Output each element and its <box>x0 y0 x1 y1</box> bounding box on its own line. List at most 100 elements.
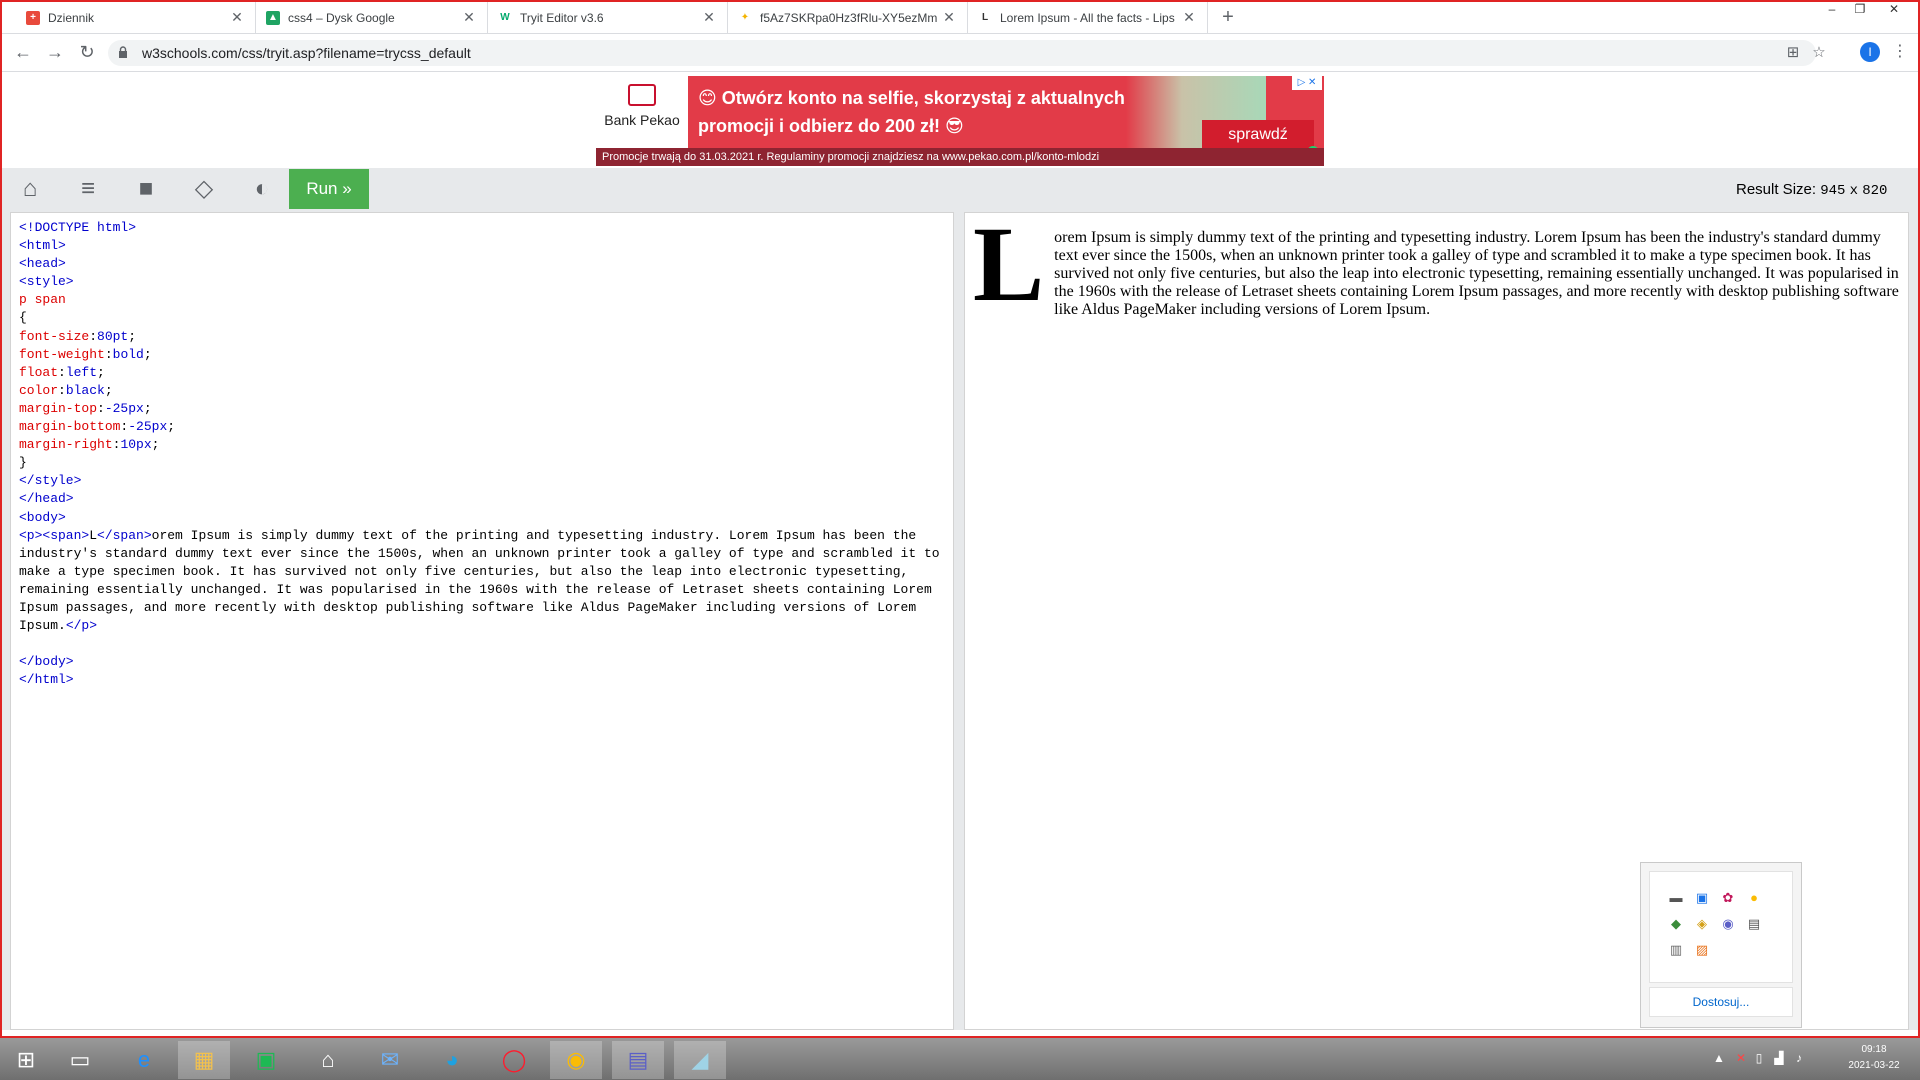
customize-link[interactable]: Dostosuj... <box>1649 987 1793 1017</box>
code-line: color:black; <box>19 382 113 398</box>
code-line: margin-right:10px; <box>19 437 160 453</box>
profile-avatar[interactable]: I <box>1860 42 1880 62</box>
close-icon[interactable]: ✕ <box>701 9 717 26</box>
code-text[interactable]: <!DOCTYPE html> <html> <head> <style> p span… <box>11 213 953 695</box>
volume-icon[interactable]: ♪ <box>1792 1050 1806 1066</box>
tab-title: Lorem Ipsum - All the facts - Lips <box>1000 10 1175 25</box>
url-text[interactable]: w3schools.com/css/tryit.asp?filename=try… <box>142 45 471 61</box>
tray-overflow-popup: ▬ ▣ ✿ ● ◆ ◈ ◉ ▤ ▥ ▨ Dostosuj... <box>1640 862 1802 1028</box>
chrome-icon[interactable]: ◉ <box>550 1041 602 1079</box>
shield-icon[interactable]: ◆ <box>1668 916 1684 932</box>
lenovo-icon[interactable]: ▭ <box>54 1041 106 1079</box>
start-icon[interactable]: ⊞ <box>0 1041 52 1079</box>
result-size-label: Result Size: <box>1736 181 1817 198</box>
lipsum-favicon-icon: L <box>978 10 992 25</box>
new-tab-button[interactable]: + <box>1216 5 1240 29</box>
theme-toggle-icon[interactable]: ◐ <box>248 176 276 202</box>
close-icon[interactable]: ✕ <box>1181 9 1197 26</box>
flame-icon[interactable]: ▨ <box>1694 942 1710 958</box>
code-line: <body> <box>19 509 66 525</box>
tab-lorem-ipsum[interactable]: L Lorem Ipsum - All the facts - Lips ✕ <box>968 2 1208 33</box>
store-icon[interactable]: ▣ <box>240 1041 292 1079</box>
reload-icon[interactable]: ↻ <box>76 41 98 63</box>
mail-icon[interactable]: ✉ <box>364 1041 416 1079</box>
menu-dots-icon[interactable]: ⋮ <box>1892 41 1908 63</box>
bank-name: Bank Pekao <box>604 112 680 128</box>
save-icon[interactable]: ■ <box>132 176 160 202</box>
box-icon[interactable]: ◈ <box>1694 916 1710 932</box>
network-icon[interactable]: ▟ <box>1772 1050 1786 1066</box>
run-button[interactable]: Run » <box>289 169 369 209</box>
code-line: <p><span>L</span>orem Ipsum is simply du… <box>19 527 948 634</box>
device-icon[interactable]: ▤ <box>1746 916 1762 932</box>
result-height: 820 <box>1862 183 1888 199</box>
ie-icon[interactable]: e <box>118 1041 170 1079</box>
edge-icon[interactable]: ◕ <box>426 1041 478 1079</box>
paint-icon[interactable]: ✿ <box>1720 890 1736 906</box>
dziennik-favicon-icon: + <box>26 10 40 25</box>
tryit-toolbar: ⌂ ≡ ■ ◇ ◐ Run » Result Size: 945 x 820 <box>2 168 1918 210</box>
code-line: </head> <box>19 491 74 507</box>
app-icon[interactable]: ◢ <box>674 1041 726 1079</box>
result-width: 945 <box>1820 183 1846 199</box>
photos-favicon-icon: ✦ <box>738 10 752 25</box>
opera-icon[interactable]: ◯ <box>488 1041 540 1079</box>
security-icon[interactable]: ✕ <box>1734 1050 1748 1066</box>
drive-favicon-icon: ▲ <box>266 10 280 25</box>
close-icon[interactable]: ✕ <box>941 9 957 26</box>
network-app-icon[interactable]: ▣ <box>1694 890 1710 906</box>
tab-photos[interactable]: ✦ f5Az7SKRpa0Hz3fRlu-XY5ezMm ✕ <box>728 2 968 33</box>
bookmark-star-icon[interactable]: ☆ <box>1810 44 1828 62</box>
ad-headline-line1: 😊 Otwórz konto na selfie, skorzystaj z a… <box>698 88 1125 108</box>
ad-close-icon[interactable]: ▷ ✕ <box>1292 76 1322 90</box>
close-window-icon[interactable]: ✕ <box>1882 2 1906 22</box>
battery-icon[interactable]: ▯ <box>1752 1050 1766 1066</box>
ad-headline: 😊 Otwórz konto na selfie, skorzystaj z a… <box>698 84 1158 140</box>
clock[interactable]: 09:18 2021-03-22 <box>1834 1042 1914 1074</box>
tab-strip: + Dziennik ✕ ▲ css4 – Dysk Google ✕ W Tr… <box>2 2 1918 34</box>
teams-icon[interactable]: ◉ <box>1720 916 1736 932</box>
update-icon[interactable]: ● <box>1746 890 1762 906</box>
close-icon[interactable]: ✕ <box>229 9 245 26</box>
code-editor[interactable]: <!DOCTYPE html> <html> <head> <style> p span… <box>10 212 954 1030</box>
tab-tryit-editor[interactable]: W Tryit Editor v3.6 ✕ <box>488 2 728 33</box>
tray-expand-icon[interactable]: ▲ <box>1712 1050 1726 1066</box>
tab-title: f5Az7SKRpa0Hz3fRlu-XY5ezMm <box>760 10 938 25</box>
tab-title: Tryit Editor v3.6 <box>520 10 604 25</box>
back-icon[interactable]: ← <box>12 41 34 63</box>
code-line: </style> <box>19 473 82 489</box>
forward-icon[interactable]: → <box>44 41 66 63</box>
ad-headline-line2: promocji i odbierz do 200 zł! 😎 <box>698 116 964 136</box>
code-line: float:left; <box>19 364 105 380</box>
tab-title: css4 – Dysk Google <box>288 10 395 25</box>
close-icon[interactable]: ✕ <box>461 9 477 26</box>
code-line: <html> <box>19 238 66 254</box>
bank-logo-mark-icon <box>628 84 656 106</box>
ad-footer: Promocje trwają do 31.03.2021 r. Regulam… <box>596 148 1324 166</box>
file-explorer-icon[interactable]: ▦ <box>178 1041 230 1079</box>
rotate-icon[interactable]: ◇ <box>190 176 218 202</box>
result-size: Result Size: 945 x 820 <box>1736 181 1887 199</box>
teams-taskbar-icon[interactable]: ▤ <box>612 1041 664 1079</box>
code-line: font-weight:bold; <box>19 346 152 362</box>
ad-banner[interactable]: Bank Pekao 😊 Otwórz konto na selfie, sko… <box>596 76 1324 166</box>
tab-google-drive[interactable]: ▲ css4 – Dysk Google ✕ <box>256 2 488 33</box>
monitor-icon[interactable]: ▬ <box>1668 890 1684 906</box>
code-line: <!DOCTYPE html> <box>19 220 137 235</box>
printer-icon[interactable]: ▥ <box>1668 942 1684 958</box>
code-line: margin-bottom:-25px; <box>19 419 176 435</box>
ad-cta-button[interactable]: sprawdź <box>1202 120 1314 150</box>
omnibox[interactable]: w3schools.com/css/tryit.asp?filename=try… <box>108 40 1826 66</box>
restore-icon[interactable]: ❐ <box>1848 2 1872 22</box>
home-app-icon[interactable]: ⌂ <box>302 1041 354 1079</box>
w3schools-favicon-icon: W <box>498 10 512 25</box>
taskbar: ⊞ ▭ e ▦ ▣ ⌂ ✉ ◕ ◯ ◉ ▤ ◢ ▲ ✕ ▯ ▟ ♪ 09:18 … <box>0 1036 1920 1080</box>
code-line: margin-top:-25px; <box>19 400 152 416</box>
tab-dziennik[interactable]: + Dziennik ✕ <box>16 2 256 33</box>
menu-icon[interactable]: ≡ <box>74 176 102 202</box>
lock-icon <box>119 46 127 58</box>
minimize-icon[interactable]: – <box>1820 2 1844 22</box>
home-icon[interactable]: ⌂ <box>16 176 44 202</box>
translate-icon[interactable]: ⊞ <box>1784 44 1802 62</box>
